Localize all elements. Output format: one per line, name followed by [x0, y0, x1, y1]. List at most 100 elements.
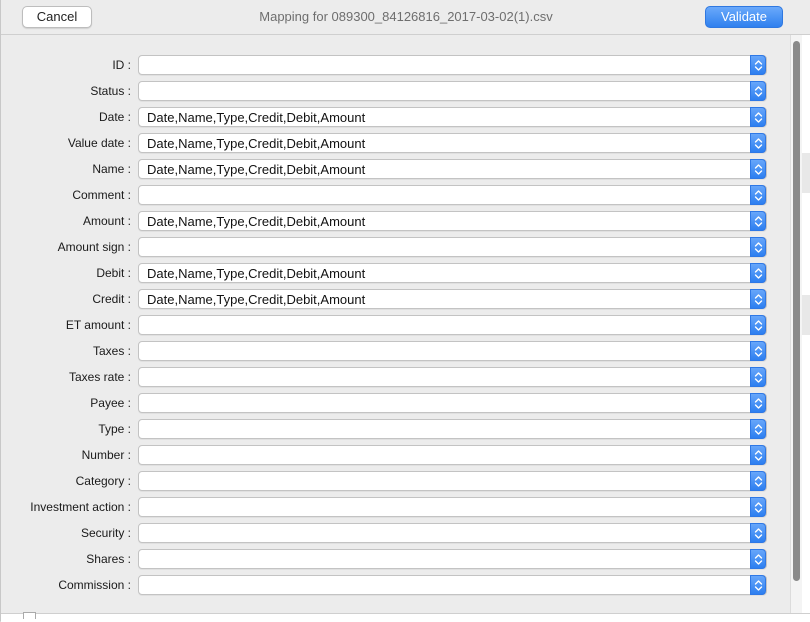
field-row-commission: Commission : — [1, 575, 789, 597]
field-label-et-amount: ET amount : — [65, 318, 131, 332]
chevron-up-down-icon[interactable] — [750, 445, 766, 465]
field-row-id: ID : — [1, 55, 789, 77]
field-row-payee: Payee : — [1, 393, 789, 415]
chevron-up-down-icon[interactable] — [750, 211, 766, 231]
field-row-category: Category : — [1, 471, 789, 493]
mapping-form: ID : Status : Date : Date,Name,Type,Credit,… — [1, 35, 789, 613]
column-select-date[interactable]: Date,Name,Type,Credit,Debit,Amount — [138, 107, 767, 127]
field-label-investment-action: Investment action : — [30, 500, 131, 514]
chevron-up-down-icon[interactable] — [750, 159, 766, 179]
field-label-taxes-rate: Taxes rate : — [68, 370, 131, 384]
select-value: Date,Name,Type,Credit,Debit,Amount — [147, 266, 366, 281]
field-row-et-amount: ET amount : — [1, 315, 789, 337]
chevron-up-down-icon[interactable] — [750, 471, 766, 491]
select-value: Date,Name,Type,Credit,Debit,Amount — [147, 110, 366, 125]
field-label-comment: Comment : — [72, 188, 131, 202]
background-row — [802, 153, 810, 193]
field-row-security: Security : — [1, 523, 789, 545]
chevron-up-down-icon[interactable] — [750, 341, 766, 361]
field-row-credit: Credit : Date,Name,Type,Credit,Debit,Amou… — [1, 289, 789, 311]
field-row-status: Status : — [1, 81, 789, 103]
field-label-security: Security : — [80, 526, 131, 540]
column-select-debit[interactable]: Date,Name,Type,Credit,Debit,Amount — [138, 263, 767, 283]
chevron-up-down-icon[interactable] — [750, 237, 766, 257]
column-select-amount[interactable]: Date,Name,Type,Credit,Debit,Amount — [138, 211, 767, 231]
column-select-shares[interactable] — [138, 549, 767, 569]
field-row-type: Type : — [1, 419, 789, 441]
column-select-name[interactable]: Date,Name,Type,Credit,Debit,Amount — [138, 159, 767, 179]
scrollbar-thumb[interactable] — [793, 41, 800, 581]
chevron-up-down-icon[interactable] — [750, 133, 766, 153]
field-row-shares: Shares : — [1, 549, 789, 571]
field-label-amount: Amount : — [82, 214, 131, 228]
column-select-et-amount[interactable] — [138, 315, 767, 335]
chevron-up-down-icon[interactable] — [750, 393, 766, 413]
chevron-up-down-icon[interactable] — [750, 497, 766, 517]
column-select-number[interactable] — [138, 445, 767, 465]
mapping-dialog: Cancel Mapping for 089300_84126816_2017-… — [0, 0, 810, 622]
select-value: Date,Name,Type,Credit,Debit,Amount — [147, 214, 366, 229]
field-label-name: Name : — [92, 162, 131, 176]
field-label-number: Number : — [81, 448, 131, 462]
dialog-toolbar: Cancel Mapping for 089300_84126816_2017-… — [1, 0, 810, 35]
field-row-debit: Debit : Date,Name,Type,Credit,Debit,Amoun… — [1, 263, 789, 285]
field-label-taxes: Taxes : — [92, 344, 131, 358]
field-label-value-date: Value date : — [67, 136, 131, 150]
checkbox-peek — [23, 612, 36, 619]
field-label-status: Status : — [90, 84, 131, 98]
field-row-comment: Comment : — [1, 185, 789, 207]
field-row-amount-sign: Amount sign : — [1, 237, 789, 259]
column-select-security[interactable] — [138, 523, 767, 543]
field-label-category: Category : — [75, 474, 131, 488]
field-label-type: Type : — [98, 422, 131, 436]
field-label-date: Date : — [98, 110, 131, 124]
dialog-title: Mapping for 089300_84126816_2017-03-02(1… — [259, 9, 553, 24]
chevron-up-down-icon[interactable] — [750, 575, 766, 595]
validate-button[interactable]: Validate — [705, 6, 783, 28]
field-row-name: Name : Date,Name,Type,Credit,Debit,Amount — [1, 159, 789, 181]
chevron-up-down-icon[interactable] — [750, 419, 766, 439]
field-label-commission: Commission : — [58, 578, 131, 592]
background-row — [802, 295, 810, 335]
field-row-taxes-rate: Taxes rate : — [1, 367, 789, 389]
chevron-up-down-icon[interactable] — [750, 263, 766, 283]
chevron-up-down-icon[interactable] — [750, 549, 766, 569]
chevron-up-down-icon[interactable] — [750, 289, 766, 309]
chevron-up-down-icon[interactable] — [750, 185, 766, 205]
field-row-number: Number : — [1, 445, 789, 467]
chevron-up-down-icon[interactable] — [750, 55, 766, 75]
chevron-up-down-icon[interactable] — [750, 367, 766, 387]
column-select-comment[interactable] — [138, 185, 767, 205]
select-value: Date,Name,Type,Credit,Debit,Amount — [147, 162, 366, 177]
column-select-payee[interactable] — [138, 393, 767, 413]
column-select-type[interactable] — [138, 419, 767, 439]
field-row-taxes: Taxes : — [1, 341, 789, 363]
column-select-credit[interactable]: Date,Name,Type,Credit,Debit,Amount — [138, 289, 767, 309]
field-row-value-date: Value date : Date,Name,Type,Credit,Debit,… — [1, 133, 789, 155]
chevron-up-down-icon[interactable] — [750, 107, 766, 127]
column-select-status[interactable] — [138, 81, 767, 101]
field-row-date: Date : Date,Name,Type,Credit,Debit,Amount — [1, 107, 789, 129]
column-select-investment-action[interactable] — [138, 497, 767, 517]
chevron-up-down-icon[interactable] — [750, 81, 766, 101]
background-window-edge — [802, 35, 810, 621]
chevron-up-down-icon[interactable] — [750, 523, 766, 543]
field-label-credit: Credit : — [92, 292, 131, 306]
column-select-taxes-rate[interactable] — [138, 367, 767, 387]
select-value: Date,Name,Type,Credit,Debit,Amount — [147, 292, 366, 307]
field-label-debit: Debit : — [96, 266, 131, 280]
column-select-commission[interactable] — [138, 575, 767, 595]
column-select-id[interactable] — [138, 55, 767, 75]
field-label-shares: Shares : — [86, 552, 131, 566]
column-select-category[interactable] — [138, 471, 767, 491]
select-value: Date,Name,Type,Credit,Debit,Amount — [147, 136, 366, 151]
field-label-id: ID : — [112, 58, 131, 72]
field-row-investment-action: Investment action : — [1, 497, 789, 519]
field-label-amount-sign: Amount sign : — [57, 240, 131, 254]
field-label-payee: Payee : — [90, 396, 131, 410]
column-select-amount-sign[interactable] — [138, 237, 767, 257]
field-row-amount: Amount : Date,Name,Type,Credit,Debit,Amou… — [1, 211, 789, 233]
column-select-value-date[interactable]: Date,Name,Type,Credit,Debit,Amount — [138, 133, 767, 153]
column-select-taxes[interactable] — [138, 341, 767, 361]
chevron-up-down-icon[interactable] — [750, 315, 766, 335]
